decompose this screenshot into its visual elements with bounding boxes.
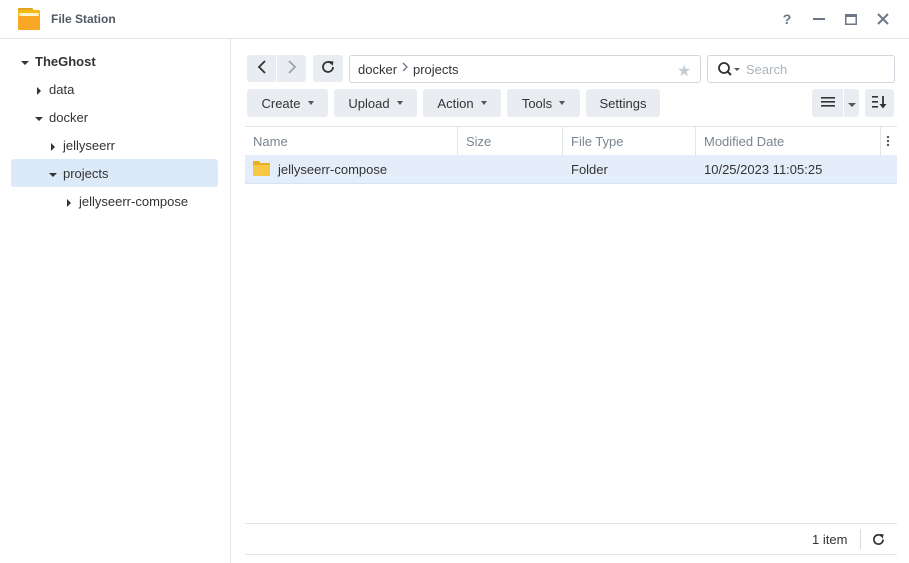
tree-item-projects[interactable]: projects xyxy=(11,159,218,187)
table-row[interactable]: jellyseerr-compose Folder 10/25/2023 11:… xyxy=(245,155,897,184)
file-type: Folder xyxy=(571,162,608,177)
upload-label: Upload xyxy=(348,95,390,111)
tree-item-label: TheGhost xyxy=(35,54,96,69)
caret-right-icon[interactable] xyxy=(64,196,74,207)
caret-right-icon[interactable] xyxy=(34,84,44,95)
create-button[interactable]: Create xyxy=(247,89,328,117)
search-box[interactable] xyxy=(707,55,895,83)
sort-button[interactable] xyxy=(865,89,894,117)
search-input[interactable] xyxy=(746,60,886,78)
folder-tree-sidebar: TheGhost data docker jellyseerr projects… xyxy=(0,39,231,563)
caret-down-icon xyxy=(847,96,856,111)
item-count: 1 item xyxy=(812,532,848,547)
tree-item-theghost[interactable]: TheGhost xyxy=(11,47,218,75)
column-header-name[interactable]: Name xyxy=(245,127,458,156)
tree-item-label: data xyxy=(49,82,75,97)
file-name: jellyseerr-compose xyxy=(278,162,388,177)
help-icon[interactable]: ? xyxy=(778,10,796,28)
chevron-right-icon xyxy=(402,62,408,75)
folder-icon xyxy=(253,161,270,179)
file-modified-date: 10/25/2023 11:05:25 xyxy=(704,162,823,177)
search-icon[interactable] xyxy=(718,62,742,79)
refresh-icon[interactable] xyxy=(869,530,887,548)
title-bar xyxy=(0,0,909,39)
minimize-icon[interactable] xyxy=(810,10,828,28)
list-view-icon xyxy=(820,96,835,111)
caret-down-icon[interactable] xyxy=(48,168,58,178)
settings-label: Settings xyxy=(599,95,647,111)
forward-button[interactable] xyxy=(277,55,306,82)
column-header-file-type[interactable]: File Type xyxy=(563,127,696,156)
action-label: Action xyxy=(437,95,474,111)
sort-icon xyxy=(871,95,888,112)
refresh-icon xyxy=(321,60,335,77)
caret-down-icon xyxy=(559,101,566,105)
file-list-header: Name Size File Type Modified Date xyxy=(245,126,897,157)
view-mode-button[interactable] xyxy=(812,89,843,117)
maximize-icon[interactable] xyxy=(842,10,860,28)
file-station-app-icon xyxy=(17,7,41,31)
tree-item-data[interactable]: data xyxy=(11,75,218,103)
caret-down-icon xyxy=(480,101,487,105)
create-label: Create xyxy=(261,95,301,111)
close-icon[interactable] xyxy=(874,10,892,28)
action-button[interactable]: Action xyxy=(423,89,501,117)
tree-item-label: jellyseerr-compose xyxy=(79,194,189,209)
status-footer: 1 item xyxy=(245,523,897,555)
tree-item-label: projects xyxy=(63,166,109,181)
caret-down-icon[interactable] xyxy=(34,112,44,122)
column-header-size[interactable]: Size xyxy=(458,127,563,156)
caret-right-icon[interactable] xyxy=(48,140,58,151)
column-header-modified-date[interactable]: Modified Date xyxy=(696,127,881,156)
path-bar[interactable]: docker projects ★ xyxy=(349,55,701,83)
path-segment-projects[interactable]: projects xyxy=(413,62,459,77)
tree-item-jellyseerr[interactable]: jellyseerr xyxy=(11,131,218,159)
star-icon[interactable]: ★ xyxy=(677,61,691,81)
back-button[interactable] xyxy=(247,55,276,82)
tree-item-label: jellyseerr xyxy=(63,138,116,153)
chevron-right-icon xyxy=(287,60,297,77)
tree-item-label: docker xyxy=(49,110,89,125)
view-mode-dropdown[interactable] xyxy=(844,89,859,117)
refresh-button[interactable] xyxy=(313,55,343,82)
tools-button[interactable]: Tools xyxy=(507,89,580,117)
tree-item-jellyseerr-compose[interactable]: jellyseerr-compose xyxy=(11,187,218,215)
path-segment-docker[interactable]: docker xyxy=(358,62,397,77)
divider xyxy=(860,529,861,549)
caret-down-icon xyxy=(396,101,403,105)
caret-down-icon[interactable] xyxy=(20,56,30,66)
column-options-icon[interactable] xyxy=(886,135,890,150)
upload-button[interactable]: Upload xyxy=(334,89,417,117)
settings-button[interactable]: Settings xyxy=(586,89,660,117)
tree-item-docker[interactable]: docker xyxy=(11,103,218,131)
caret-down-icon xyxy=(307,101,314,105)
app-title: File Station xyxy=(51,12,116,26)
tools-label: Tools xyxy=(521,95,553,111)
chevron-left-icon xyxy=(257,60,267,77)
